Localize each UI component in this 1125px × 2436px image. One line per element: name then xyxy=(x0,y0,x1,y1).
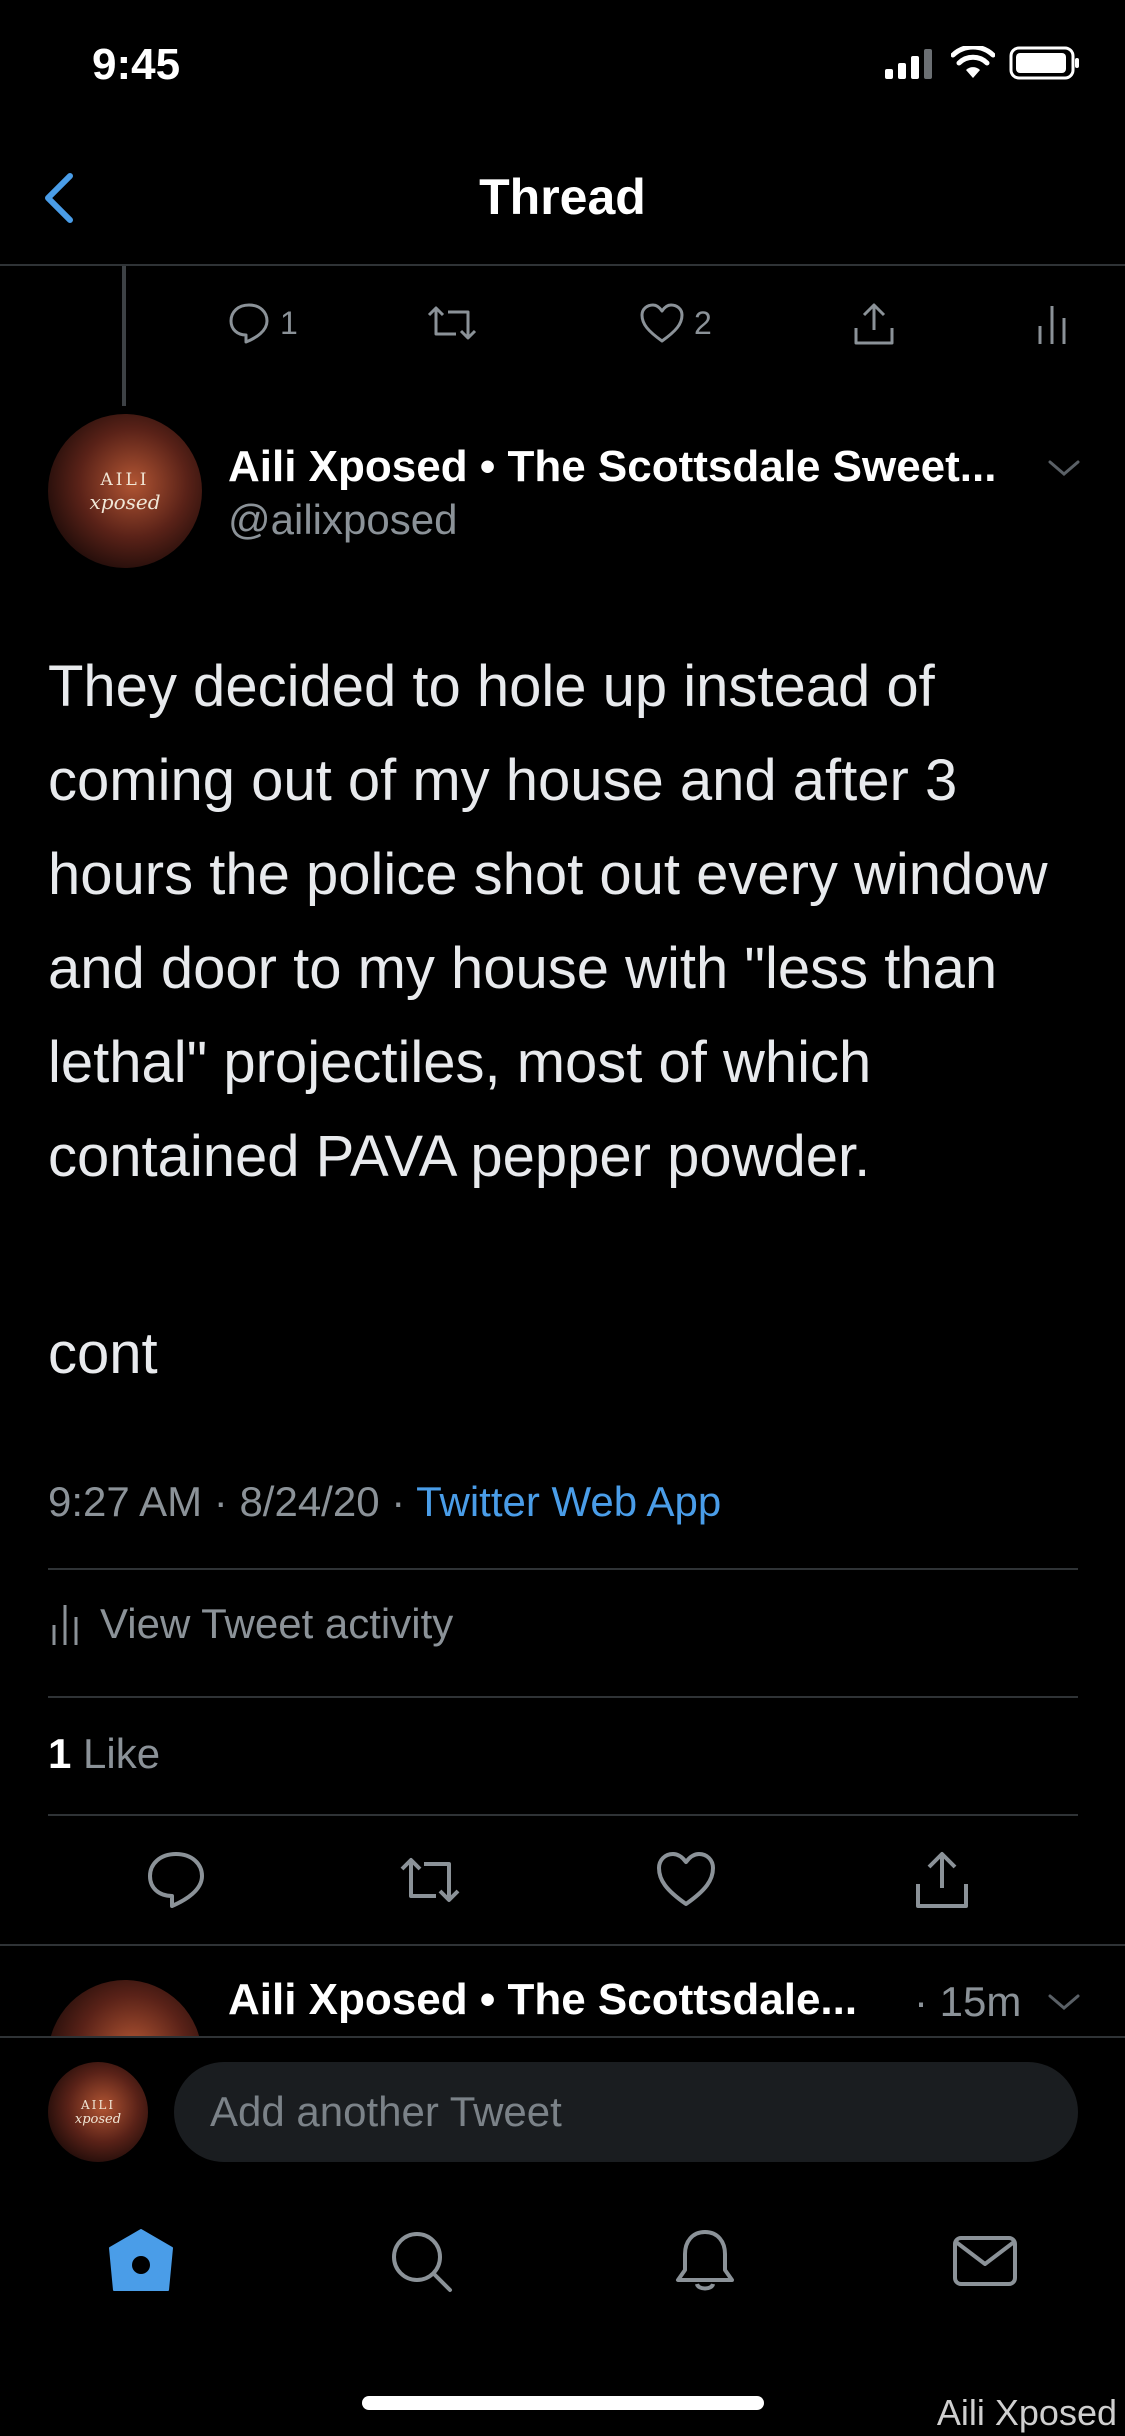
status-icons xyxy=(885,46,1081,80)
page-title: Thread xyxy=(479,169,646,225)
meta-separator: · xyxy=(213,1478,240,1525)
likes-count: 1 xyxy=(48,1730,72,1777)
previous-tweet-actions: 1 2 xyxy=(226,300,1076,360)
reply-icon[interactable] xyxy=(144,1848,208,1912)
retweet-icon[interactable] xyxy=(398,1848,462,1912)
divider xyxy=(48,1814,1078,1816)
like-count: 2 xyxy=(694,304,712,341)
author-name[interactable]: Aili Xposed • The Scottsdale Sweet... xyxy=(228,442,996,492)
next-tweet-time: · 15m xyxy=(914,1978,1022,2025)
messages-icon[interactable] xyxy=(950,2226,1020,2296)
home-indicator[interactable] xyxy=(362,2396,764,2410)
view-tweet-activity-label: View Tweet activity xyxy=(100,1600,454,1647)
tweet-time: 9:27 AM xyxy=(48,1478,203,1525)
search-icon[interactable] xyxy=(386,2226,456,2296)
avatar-logo-subtext: xposed xyxy=(74,2112,122,2127)
wifi-icon xyxy=(951,46,995,78)
view-tweet-activity[interactable]: View Tweet activity xyxy=(48,1600,453,1648)
heart-icon[interactable] xyxy=(654,1848,718,1912)
retweet-action[interactable] xyxy=(426,300,478,346)
tweet-text: They decided to hole up instead of comin… xyxy=(48,654,1048,1189)
next-tweet-author-name[interactable]: Aili Xposed • The Scottsdale... xyxy=(228,1975,857,2025)
avatar-logo-subtext: xposed xyxy=(89,490,161,514)
divider xyxy=(48,1568,1078,1570)
chevron-down-icon[interactable] xyxy=(1046,1990,1082,2014)
tweet-body: They decided to hole up instead of comin… xyxy=(48,640,1088,1204)
share-action[interactable] xyxy=(850,300,898,348)
divider xyxy=(48,1696,1078,1698)
avatar-logo-text: AILI xyxy=(80,2098,116,2112)
status-time: 9:45 xyxy=(92,40,181,89)
tweet-date: 8/24/20 xyxy=(239,1478,380,1525)
divider xyxy=(0,1944,1125,1946)
likes-label: Like xyxy=(83,1730,161,1777)
notifications-icon[interactable] xyxy=(670,2226,740,2296)
reply-icon xyxy=(229,303,269,344)
home-icon[interactable] xyxy=(106,2226,176,2296)
share-icon xyxy=(854,303,894,345)
like-action[interactable]: 2 xyxy=(638,300,712,346)
thread-line xyxy=(122,266,126,406)
retweet-icon xyxy=(427,306,477,340)
tweet-text-continued: cont xyxy=(48,1321,158,1386)
analytics-action[interactable] xyxy=(1032,300,1072,348)
tweet-source-link[interactable]: Twitter Web App xyxy=(416,1478,721,1525)
likes-summary[interactable]: 1 Like xyxy=(48,1730,160,1778)
divider xyxy=(0,264,1125,266)
heart-icon xyxy=(640,303,684,343)
compose-avatar: AILI xposed xyxy=(48,2062,148,2162)
analytics-icon xyxy=(1038,306,1066,344)
chevron-down-icon[interactable] xyxy=(1046,456,1082,480)
reply-count: 1 xyxy=(280,304,298,341)
avatar-logo-text: AILI xyxy=(100,470,150,490)
avatar[interactable]: AILI xposed xyxy=(48,414,202,568)
watermark: Aili Xposed xyxy=(936,2392,1117,2433)
author-handle[interactable]: @ailixposed xyxy=(228,496,457,544)
signal-icon xyxy=(885,49,932,79)
meta-separator: · xyxy=(391,1478,417,1525)
tweet-meta: 9:27 AM · 8/24/20 · Twitter Web App xyxy=(48,1478,721,1526)
battery-icon xyxy=(1009,46,1079,80)
add-tweet-input[interactable]: Add another Tweet xyxy=(174,2062,1078,2162)
analytics-icon xyxy=(52,1605,78,1645)
share-icon[interactable] xyxy=(910,1848,974,1912)
reply-action[interactable]: 1 xyxy=(226,300,298,346)
